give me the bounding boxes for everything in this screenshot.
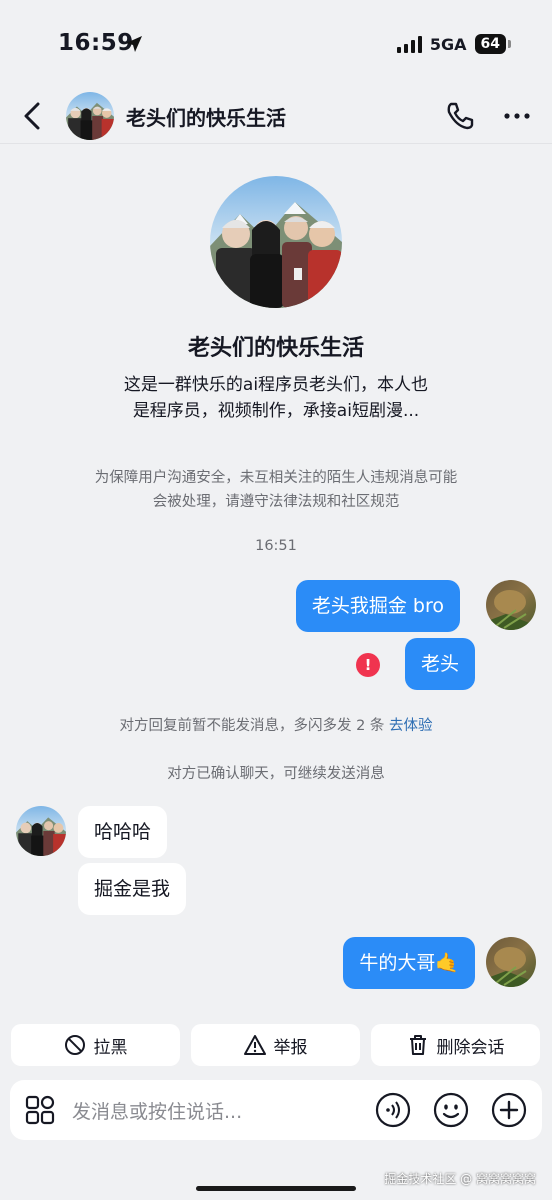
more-options-icon[interactable] — [500, 102, 534, 130]
block-icon — [64, 1035, 85, 1055]
my-avatar[interactable] — [486, 580, 536, 630]
back-arrow-icon[interactable] — [18, 100, 48, 132]
message-timestamp: 16:51 — [255, 538, 297, 554]
limit-notice: 对方回复前暂不能发消息，多闪多发 2 条 去体验 — [0, 714, 552, 735]
warning-icon — [243, 1035, 266, 1055]
message-input[interactable]: 发消息或按住说话... — [72, 1097, 242, 1124]
safety-notice: 为保障用户沟通安全，未互相关注的陌生人违规消息可能 会被处理，请遵守法律法规和社… — [60, 466, 492, 514]
emoji-icon[interactable] — [433, 1092, 469, 1128]
send-failed-icon[interactable]: ! — [356, 653, 380, 677]
apps-grid-icon[interactable] — [24, 1094, 56, 1126]
message-bubble-theirs[interactable]: 哈哈哈 — [78, 806, 168, 858]
header-avatar[interactable] — [66, 92, 114, 140]
delete-chat-label: 删除会话 — [436, 1037, 505, 1058]
network-label: 5GA — [429, 34, 467, 54]
home-indicator — [196, 1186, 356, 1191]
trash-icon — [409, 1035, 426, 1055]
safety-notice-line: 会被处理，请遵守法律法规和社区规范 — [152, 494, 400, 510]
their-avatar[interactable] — [16, 806, 66, 856]
profile-bio: 这是一群快乐的ai程序员老头们，本人也 是程序员，视频制作，承接ai短剧漫... — [96, 372, 456, 424]
signal-icon — [396, 35, 422, 53]
message-bubble-mine[interactable]: 牛的大哥🤙 — [343, 937, 475, 989]
status-bar: 16:59 5GA 64 — [0, 0, 552, 90]
add-icon[interactable] — [491, 1092, 527, 1128]
message-bubble-theirs[interactable]: 掘金是我 — [78, 863, 187, 915]
profile-avatar[interactable] — [210, 176, 342, 308]
limit-notice-text: 对方回复前暂不能发消息，多闪多发 2 条 — [119, 718, 385, 734]
delete-chat-button[interactable]: 删除会话 — [371, 1024, 540, 1066]
watermark: 掘金技术社区 @ 窝窝窝窝窝 — [384, 1172, 536, 1186]
chat-header: 老头们的快乐生活 — [0, 88, 552, 144]
battery-icon: 64 — [474, 34, 512, 54]
my-avatar[interactable] — [486, 937, 536, 987]
profile-name: 老头们的快乐生活 — [187, 336, 364, 361]
profile-bio-line: 是程序员，视频制作，承接ai短剧漫... — [132, 401, 420, 421]
report-label: 举报 — [273, 1037, 308, 1058]
message-bubble-mine[interactable]: 老头 — [404, 638, 475, 690]
block-label: 拉黑 — [93, 1037, 128, 1058]
block-button[interactable]: 拉黑 — [11, 1024, 180, 1066]
confirmed-notice: 对方已确认聊天，可继续发送消息 — [167, 766, 385, 782]
status-time: 16:59 — [58, 30, 134, 56]
try-link[interactable]: 去体验 — [389, 718, 433, 734]
location-arrow-icon — [126, 36, 142, 52]
phone-icon[interactable] — [444, 100, 476, 132]
message-bubble-mine[interactable]: 老头我掘金 bro — [295, 580, 460, 632]
profile-bio-line: 这是一群快乐的ai程序员老头们，本人也 — [123, 375, 429, 395]
chat-title: 老头们的快乐生活 — [126, 106, 286, 130]
status-indicators: 5GA 64 — [396, 34, 512, 54]
voice-icon[interactable] — [375, 1092, 411, 1128]
safety-notice-line: 为保障用户沟通安全，未互相关注的陌生人违规消息可能 — [94, 470, 458, 486]
report-button[interactable]: 举报 — [191, 1024, 360, 1066]
message-input-bar: 发消息或按住说话... — [10, 1080, 542, 1140]
